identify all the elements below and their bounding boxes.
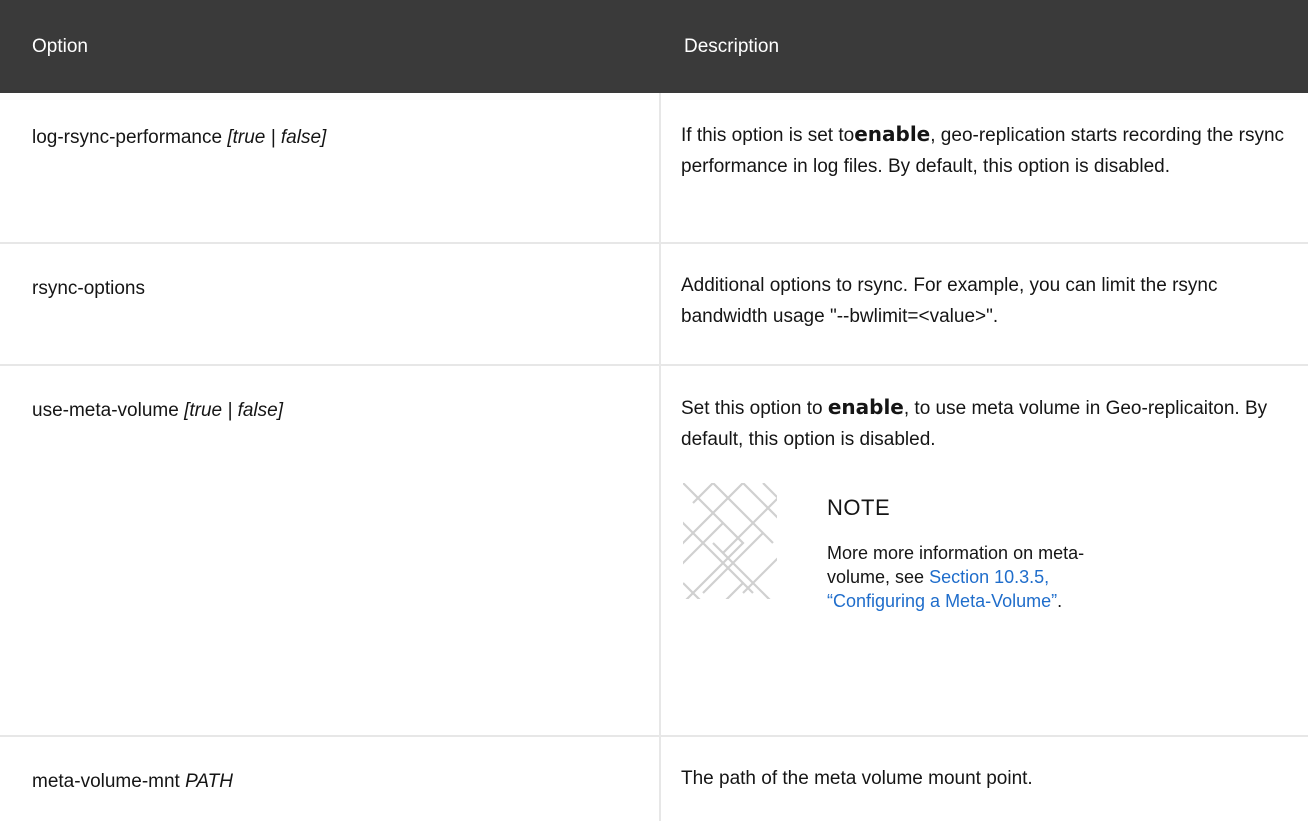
description-text: Set this option to (681, 398, 823, 419)
description-text: If this option is set to (681, 125, 855, 146)
keyword: enable (854, 122, 931, 146)
options-table: Option Description log-rsync-performance… (0, 0, 1308, 821)
option-column-header: Option (0, 0, 660, 93)
option-cell: rsync-options (0, 242, 661, 365)
description-column-header: Description (660, 0, 1308, 93)
keyword: enable (827, 395, 904, 419)
note-admonition: NOTE More more information on meta-volum… (681, 483, 1288, 613)
option-args: PATH (185, 771, 233, 792)
note-pattern-icon (683, 483, 777, 599)
option-cell: use-meta-volume [true | false] (0, 364, 661, 736)
table-row: use-meta-volume [true | false] Set this … (0, 364, 1308, 736)
table-row: rsync-options Additional options to rsyn… (0, 242, 1308, 365)
note-title: NOTE (827, 495, 891, 520)
description-cell: Additional options to rsync. For example… (660, 242, 1308, 365)
note-text: More more information on meta-volume, se… (827, 541, 1132, 613)
table-row: log-rsync-performance [true | false] If … (0, 93, 1308, 243)
description-cell: If this option is set toenable, geo-repl… (660, 93, 1308, 243)
option-args: [true | false] (184, 400, 283, 421)
table-row: meta-volume-mnt PATH The path of the met… (0, 735, 1308, 821)
note-body: NOTE More more information on meta-volum… (827, 483, 1132, 613)
description-text: The path of the meta volume mount point. (681, 768, 1033, 789)
option-name: rsync-options (32, 278, 145, 299)
note-text-post: . (1057, 591, 1063, 611)
header-row: Option Description (0, 0, 1308, 93)
option-name: use-meta-volume (32, 400, 179, 421)
option-args: [true | false] (227, 127, 327, 148)
option-name: meta-volume-mnt (32, 771, 180, 792)
option-cell: meta-volume-mnt PATH (0, 735, 661, 821)
description-cell: The path of the meta volume mount point. (660, 735, 1308, 821)
option-name: log-rsync-performance (32, 127, 223, 148)
description-text: Additional options to rsync. For example… (681, 275, 1218, 327)
description-cell: Set this option to enable, to use meta v… (660, 364, 1308, 736)
option-cell: log-rsync-performance [true | false] (0, 93, 661, 243)
